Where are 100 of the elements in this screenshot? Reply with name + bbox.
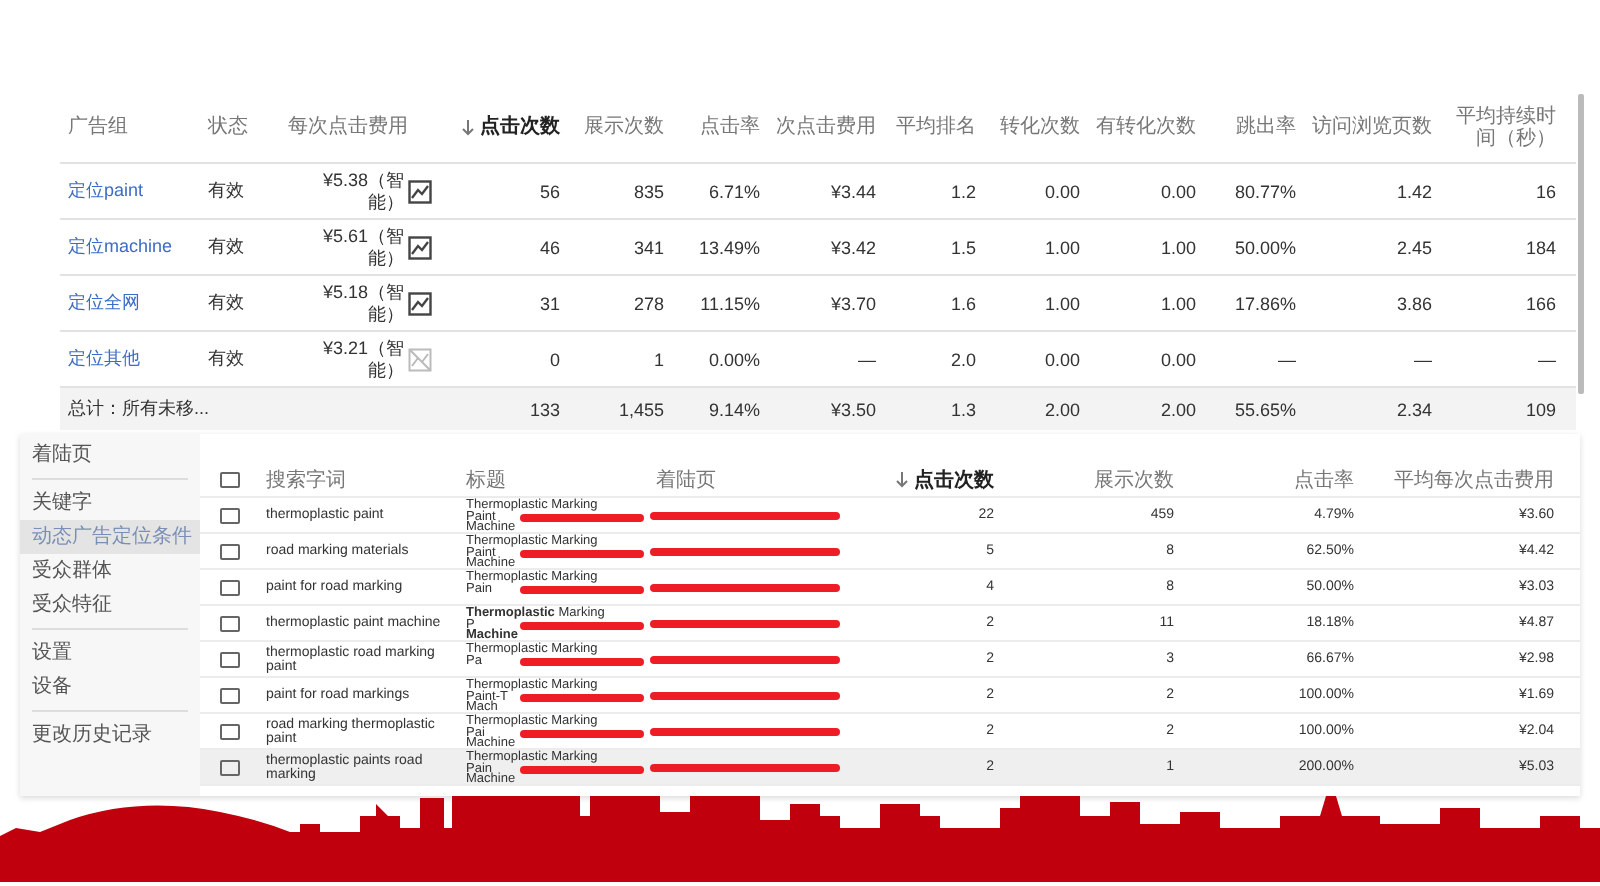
- column-header[interactable]: 每次点击费用: [288, 116, 408, 140]
- checkbox[interactable]: [220, 507, 240, 524]
- sidebar-item[interactable]: 受众特征: [20, 588, 200, 622]
- table-cell: 80.77%: [1234, 181, 1296, 201]
- chart-icon[interactable]: [408, 179, 432, 203]
- bid-text: ¥3.21（智能）: [320, 337, 404, 381]
- column-header[interactable]: 访问浏览页数: [1312, 116, 1432, 140]
- ad-group-link[interactable]: 定位machine: [68, 234, 173, 260]
- total-cell: ¥3.50: [830, 399, 876, 419]
- table-cell: 2.45: [1396, 237, 1432, 257]
- checkbox[interactable]: [220, 723, 240, 740]
- sort-arrow-icon[interactable]: [462, 120, 474, 136]
- sidebar-item[interactable]: 受众群体: [20, 554, 200, 588]
- table-cell: 1.00: [1160, 293, 1196, 313]
- column-header[interactable]: 状态: [208, 116, 248, 140]
- scrollbar[interactable]: [1578, 94, 1584, 394]
- column-header[interactable]: 标题: [466, 465, 506, 493]
- column-header[interactable]: 平均排名: [896, 116, 976, 140]
- checkbox[interactable]: [220, 543, 240, 560]
- column-header[interactable]: 转化次数: [1000, 116, 1080, 140]
- column-header[interactable]: 点击次数: [914, 465, 994, 493]
- chart-icon[interactable]: [408, 235, 432, 259]
- bid-text: ¥5.18（智能）: [320, 281, 404, 325]
- table-cell: 3.86: [1396, 293, 1432, 313]
- column-header[interactable]: 展示次数: [1094, 465, 1174, 493]
- column-header[interactable]: 平均每次点击费用: [1394, 465, 1554, 493]
- table-cell: 50.00%: [1234, 237, 1296, 257]
- checkbox[interactable]: [220, 651, 240, 667]
- table-cell: 166: [1525, 293, 1556, 313]
- sidebar-item[interactable]: 关键字: [20, 486, 200, 520]
- checkbox[interactable]: [220, 759, 240, 776]
- table-cell: 278: [633, 293, 664, 313]
- total-cell: 55.65%: [1234, 399, 1296, 419]
- total-cell: 9.14%: [708, 399, 760, 419]
- column-header[interactable]: 点击率: [1294, 465, 1354, 493]
- table-cell: —: [858, 349, 876, 369]
- checkbox[interactable]: [220, 579, 240, 595]
- status-text: 有效: [208, 290, 244, 316]
- table-cell: 341: [633, 237, 664, 257]
- total-cell: 2.00: [1160, 399, 1196, 419]
- table-cell: 0.00: [1160, 349, 1196, 369]
- table-cell: 1.2: [950, 181, 976, 201]
- column-header[interactable]: 展示次数: [584, 116, 664, 140]
- bid-text: ¥5.38（智能）: [320, 169, 404, 213]
- table-cell: 1.6: [950, 293, 976, 313]
- table-cell: 16: [1535, 181, 1556, 201]
- table-cell: —: [1278, 349, 1296, 369]
- ad-group-link[interactable]: 定位其他: [68, 346, 140, 372]
- column-header[interactable]: 广告组: [68, 116, 128, 140]
- column-header[interactable]: 平均持续时间（秒）: [1448, 105, 1556, 151]
- table-cell: 56: [539, 181, 560, 201]
- table-cell: 46: [539, 237, 560, 257]
- column-header[interactable]: 搜索字词: [266, 465, 346, 493]
- total-cell: 1,455: [618, 399, 664, 419]
- bid-text: ¥5.61（智能）: [320, 225, 404, 269]
- sidebar-item[interactable]: 设备: [20, 670, 200, 704]
- table-cell: ¥3.44: [830, 181, 876, 201]
- table-cell: 17.86%: [1234, 293, 1296, 313]
- total-cell: 109: [1525, 399, 1556, 419]
- total-cell: 2.00: [1044, 399, 1080, 419]
- checkbox[interactable]: [220, 615, 240, 632]
- chart-icon[interactable]: [408, 291, 432, 315]
- table-cell: 0.00: [1044, 181, 1080, 201]
- sidebar-item[interactable]: 更改历史记录: [20, 718, 200, 752]
- status-text: 有效: [208, 346, 244, 372]
- table-cell: —: [1538, 349, 1556, 369]
- ad-group-link[interactable]: 定位paint: [68, 178, 144, 204]
- table-cell: 0.00: [1044, 349, 1080, 369]
- column-header[interactable]: 点击次数: [480, 116, 560, 140]
- table-cell: 835: [633, 181, 664, 201]
- column-header[interactable]: 有转化次数: [1096, 116, 1196, 140]
- column-header[interactable]: 着陆页: [656, 465, 716, 493]
- table-cell: 1.00: [1044, 293, 1080, 313]
- column-header[interactable]: 次点击费用: [776, 116, 876, 140]
- total-cell: 133: [529, 399, 560, 419]
- status-text: 有效: [208, 234, 244, 260]
- sidebar-item[interactable]: 设置: [20, 636, 200, 670]
- table-cell: 31: [539, 293, 560, 313]
- sort-arrow-icon[interactable]: [896, 471, 908, 487]
- sidebar-item[interactable]: 着陆页: [20, 438, 200, 472]
- table-cell: 1: [653, 349, 664, 369]
- table-cell: 1.00: [1044, 237, 1080, 257]
- total-cell: 2.34: [1396, 399, 1432, 419]
- table-cell: 1.5: [950, 237, 976, 257]
- checkbox[interactable]: [220, 687, 240, 704]
- table-cell: 1.42: [1396, 181, 1432, 201]
- total-cell: 1.3: [950, 399, 976, 419]
- ad-group-link[interactable]: 定位全网: [68, 290, 140, 316]
- table-cell: ¥3.70: [830, 293, 876, 313]
- column-header[interactable]: 点击率: [700, 116, 760, 140]
- checkbox[interactable]: [220, 471, 240, 487]
- status-text: 有效: [208, 178, 244, 204]
- table-cell: 0.00: [1160, 181, 1196, 201]
- table-cell: 1.00: [1160, 237, 1196, 257]
- table-cell: 0.00%: [708, 349, 760, 369]
- table-cell: ¥3.42: [830, 237, 876, 257]
- table-cell: 2.0: [950, 349, 976, 369]
- table-cell: —: [1414, 349, 1432, 369]
- column-header[interactable]: 跳出率: [1236, 116, 1296, 140]
- table-cell: 184: [1525, 237, 1556, 257]
